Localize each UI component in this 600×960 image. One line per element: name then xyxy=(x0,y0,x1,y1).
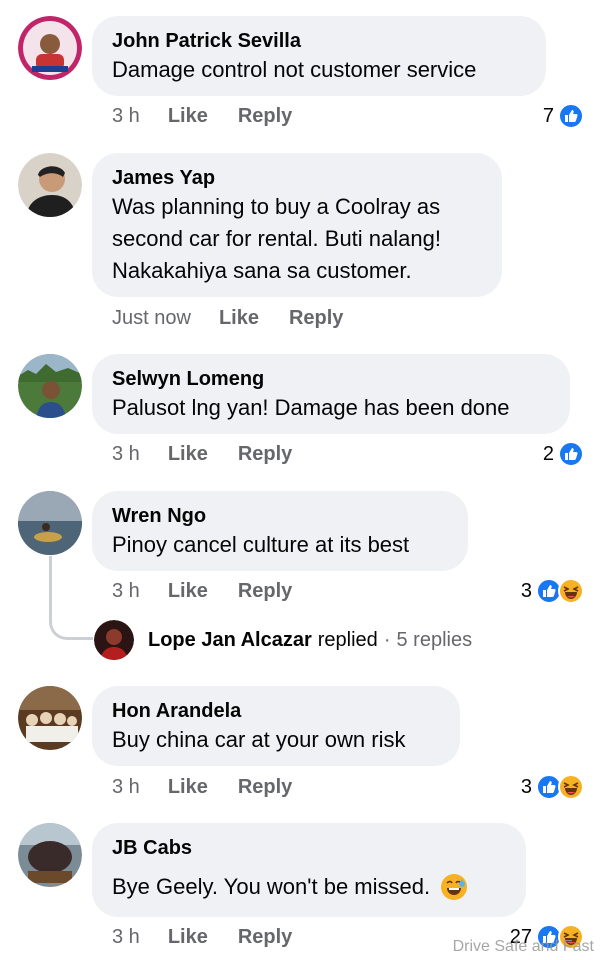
reactions-summary[interactable]: 2 xyxy=(543,439,584,469)
comment-bubble: Selwyn Lomeng Palusot lng yan! Damage ha… xyxy=(92,354,570,434)
like-button[interactable]: Like xyxy=(219,307,259,330)
reply-thread-summary[interactable]: Lope Jan Alcazar replied · 5 replies xyxy=(94,620,472,660)
like-icon xyxy=(558,441,584,467)
commenter-name[interactable]: JB Cabs xyxy=(112,835,506,861)
comment-timestamp[interactable]: 3 h xyxy=(112,443,140,466)
comment-text: Palusot lng yan! Damage has been done xyxy=(112,395,510,420)
reactions-summary[interactable]: 3 xyxy=(521,576,584,606)
reply-button[interactable]: Reply xyxy=(238,926,292,949)
comment-text-row: Bye Geely. You won't be missed. xyxy=(112,871,506,903)
like-button[interactable]: Like xyxy=(168,105,208,128)
comment-actions: 3 h Like Reply xyxy=(112,773,322,801)
comment-actions: 3 h Like Reply xyxy=(112,577,322,605)
reaction-count: 2 xyxy=(542,442,554,465)
comment-text: Damage control not customer service xyxy=(112,57,477,82)
comment-timestamp[interactable]: 3 h xyxy=(112,776,140,799)
comment-actions: 3 h Like Reply xyxy=(112,923,322,951)
reply-action-text: replied xyxy=(317,628,378,651)
comment-actions: 3 h Like Reply xyxy=(112,440,322,468)
comment-timestamp[interactable]: Just now xyxy=(112,307,191,330)
grinning-sweat-emoji-icon xyxy=(440,873,468,901)
commenter-name[interactable]: Selwyn Lomeng xyxy=(112,366,550,392)
like-button[interactable]: Like xyxy=(168,580,208,603)
comment-bubble: JB Cabs Bye Geely. You won't be missed. xyxy=(92,823,526,917)
comment-text-line: second car for rental. Buti nalang! xyxy=(112,226,441,251)
like-icon xyxy=(558,103,584,129)
like-button[interactable]: Like xyxy=(168,926,208,949)
reply-count[interactable]: 5 replies xyxy=(396,629,472,652)
haha-icon xyxy=(558,578,584,604)
reply-avatar[interactable] xyxy=(94,620,134,660)
avatar[interactable] xyxy=(18,16,82,80)
comment-text: Buy china car at your own risk xyxy=(112,727,406,752)
like-button[interactable]: Like xyxy=(168,776,208,799)
avatar[interactable] xyxy=(18,491,82,555)
comment-bubble: Wren Ngo Pinoy cancel culture at its bes… xyxy=(92,491,468,571)
comment-text-line: Nakakahiya sana sa customer. xyxy=(112,258,412,283)
haha-icon xyxy=(558,774,584,800)
reaction-count: 7 xyxy=(542,104,554,127)
reply-author-name[interactable]: Lope Jan Alcazar xyxy=(148,629,312,652)
comment-bubble: John Patrick Sevilla Damage control not … xyxy=(92,16,546,96)
reply-button[interactable]: Reply xyxy=(238,580,292,603)
comment-timestamp[interactable]: 3 h xyxy=(112,105,140,128)
reply-separator: · xyxy=(383,628,391,651)
avatar[interactable] xyxy=(18,354,82,418)
reaction-count: 3 xyxy=(520,579,532,602)
comment-actions: 3 h Like Reply xyxy=(112,102,322,130)
reply-button[interactable]: Reply xyxy=(238,105,292,128)
reply-button[interactable]: Reply xyxy=(238,443,292,466)
comment-timestamp[interactable]: 3 h xyxy=(112,926,140,949)
reactions-summary[interactable]: 3 xyxy=(521,772,584,802)
avatar[interactable] xyxy=(18,686,82,750)
comment-text-line: Was planning to buy a Coolray as xyxy=(112,194,441,219)
reply-button[interactable]: Reply xyxy=(289,307,343,330)
comment-text: Pinoy cancel culture at its best xyxy=(112,532,410,557)
avatar[interactable] xyxy=(18,823,82,887)
like-button[interactable]: Like xyxy=(168,443,208,466)
watermark: Drive Safe and Fast xyxy=(452,938,594,955)
commenter-name[interactable]: John Patrick Sevilla xyxy=(112,28,526,54)
comment-timestamp[interactable]: 3 h xyxy=(112,580,140,603)
commenter-name[interactable]: Hon Arandela xyxy=(112,698,440,724)
comment-actions: Just now Like Reply xyxy=(112,304,373,332)
reply-thread-line xyxy=(49,556,93,640)
commenter-name[interactable]: James Yap xyxy=(112,165,482,191)
comment-bubble: James Yap Was planning to buy a Coolray … xyxy=(92,153,502,297)
reaction-count: 3 xyxy=(520,775,532,798)
avatar[interactable] xyxy=(18,153,82,217)
commenter-name[interactable]: Wren Ngo xyxy=(112,503,448,529)
reply-button[interactable]: Reply xyxy=(238,776,292,799)
comment-text: Bye Geely. You won't be missed. xyxy=(112,874,431,899)
comment-bubble: Hon Arandela Buy china car at your own r… xyxy=(92,686,460,766)
reactions-summary[interactable]: 7 xyxy=(543,101,584,131)
